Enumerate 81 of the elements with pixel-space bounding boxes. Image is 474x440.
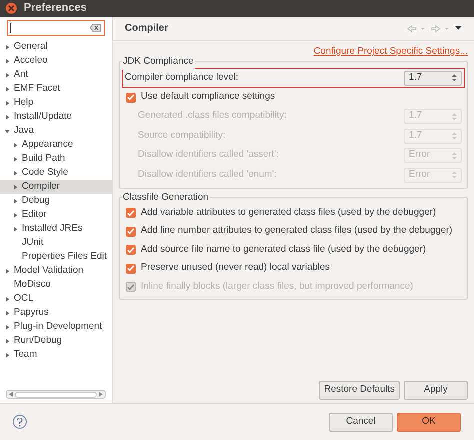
field-label: Generated .class files compatibility:: [138, 109, 287, 124]
collapsed-arrow-icon[interactable]: [13, 156, 18, 162]
spinner-arrows-icon: [452, 171, 457, 179]
checkbox[interactable]: [126, 226, 136, 236]
checkbox[interactable]: [126, 92, 136, 102]
tree-item[interactable]: Debug: [0, 194, 112, 208]
spinner-arrows-icon: [452, 74, 457, 82]
field-label: Disallow identifiers called 'assert':: [138, 148, 279, 162]
clear-icon[interactable]: [90, 24, 101, 32]
tree-item[interactable]: Plug-in Development: [0, 320, 112, 334]
search-field[interactable]: [7, 20, 105, 36]
help-icon[interactable]: [13, 415, 27, 429]
expanded-arrow-icon[interactable]: [5, 128, 10, 134]
tree-item[interactable]: Papyrus: [0, 306, 112, 320]
tree-item[interactable]: Build Path: [0, 152, 112, 166]
tree-item[interactable]: Acceleo: [0, 54, 112, 68]
checkbox-label: Add line number attributes to generated class files (used by the debugger): [141, 224, 453, 238]
checkbox-label: Add variable attributes to generated class files (used by the debugger): [141, 206, 436, 220]
spinner-arrows-icon: [452, 132, 457, 140]
tree-item[interactable]: Java: [0, 124, 112, 138]
close-button[interactable]: [6, 3, 17, 14]
collapsed-arrow-icon[interactable]: [13, 184, 18, 190]
field-label: Disallow identifiers called 'enum':: [138, 168, 277, 182]
collapsed-arrow-icon[interactable]: [13, 198, 18, 204]
tree-item[interactable]: Code Style: [0, 166, 112, 180]
tree-item[interactable]: Ant: [0, 68, 112, 82]
scroll-left-icon[interactable]: [9, 392, 13, 397]
button[interactable]: Apply: [404, 381, 468, 400]
checkbox-label: Add source file name to generated class file (used by the debugger): [141, 242, 426, 257]
collapsed-arrow-icon[interactable]: [5, 44, 10, 50]
tree-item[interactable]: JUnit: [0, 236, 112, 250]
tree-item[interactable]: Editor: [0, 208, 112, 222]
collapsed-arrow-icon[interactable]: [5, 338, 10, 344]
spinner-arrows-icon: [452, 152, 457, 160]
collapsed-arrow-icon[interactable]: [13, 170, 18, 176]
checkbox-label: Preserve unused (never read) local variables: [141, 261, 330, 276]
tree-item[interactable]: Installed JREs: [0, 222, 112, 236]
scroll-right-icon[interactable]: [99, 392, 103, 397]
checkbox-label: Inline finally blocks (larger class files, but improved performance): [141, 280, 414, 294]
menu-caret-icon[interactable]: [455, 26, 462, 31]
collapsed-arrow-icon[interactable]: [5, 324, 10, 330]
collapsed-arrow-icon[interactable]: [5, 268, 10, 274]
checkbox[interactable]: [126, 264, 136, 274]
tree-item[interactable]: Team: [0, 348, 112, 362]
button[interactable]: Cancel: [329, 412, 393, 432]
collapsed-arrow-icon[interactable]: [5, 296, 10, 302]
collapsed-arrow-icon[interactable]: [5, 114, 10, 120]
button[interactable]: Restore Defaults: [319, 381, 400, 400]
button[interactable]: OK: [397, 412, 461, 432]
tree-item[interactable]: EMF Facet: [0, 82, 112, 96]
collapsed-arrow-icon[interactable]: [5, 86, 10, 92]
dropdown[interactable]: 1.7: [404, 70, 462, 86]
tree-item[interactable]: Model Validation: [0, 264, 112, 278]
checkbox[interactable]: [126, 245, 136, 255]
tree-item[interactable]: Run/Debug: [0, 334, 112, 348]
page-title: Compiler: [125, 22, 168, 36]
tree-item[interactable]: Help: [0, 96, 112, 110]
tree-item[interactable]: Install/Update: [0, 110, 112, 124]
tree-item[interactable]: Appearance: [0, 138, 112, 152]
collapsed-arrow-icon[interactable]: [13, 226, 18, 232]
tree-item[interactable]: Properties Files Edit: [0, 250, 112, 264]
tree-item[interactable]: OCL: [0, 292, 112, 306]
collapsed-arrow-icon[interactable]: [5, 72, 10, 78]
configure-settings-link[interactable]: Configure Project Specific Settings...: [314, 45, 468, 60]
collapsed-arrow-icon[interactable]: [5, 100, 10, 106]
checkbox[interactable]: [126, 208, 136, 218]
spinner-arrows-icon: [452, 112, 457, 120]
field-label: Source compatibility:: [138, 128, 226, 143]
tree-item[interactable]: General: [0, 40, 112, 54]
collapsed-arrow-icon[interactable]: [5, 310, 10, 316]
horizontal-scrollbar[interactable]: [6, 390, 106, 399]
group-title: JDK Compliance: [122, 55, 195, 70]
field-label: Compiler compliance level:: [125, 71, 239, 86]
collapsed-arrow-icon[interactable]: [13, 212, 18, 218]
tree-item[interactable]: MoDisco: [0, 278, 112, 292]
collapsed-arrow-icon[interactable]: [5, 58, 10, 64]
checkbox-label: Use default compliance settings: [141, 90, 276, 104]
tree-item[interactable]: Compiler: [0, 180, 112, 194]
collapsed-arrow-icon[interactable]: [5, 352, 10, 358]
collapsed-arrow-icon[interactable]: [13, 142, 18, 148]
window-title: Preferences: [24, 1, 87, 16]
